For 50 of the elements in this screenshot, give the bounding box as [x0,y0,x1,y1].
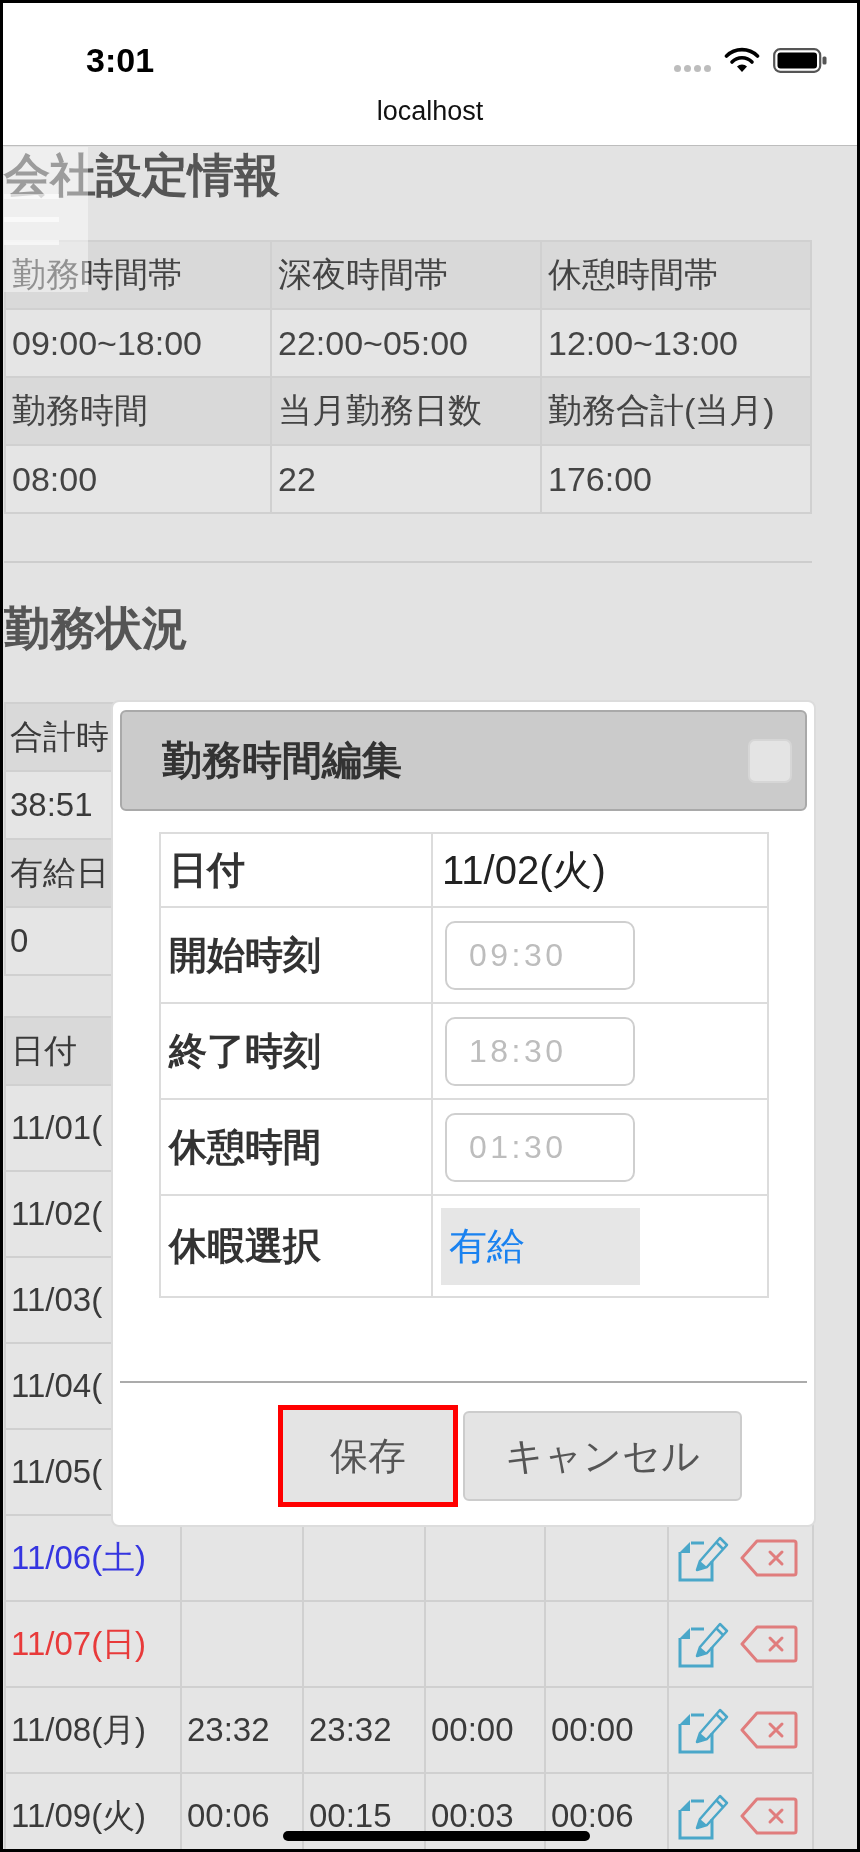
table-cell: 09:00~18:00 [6,310,270,376]
table-cell: 00:00 [426,1688,544,1772]
table-header: 休憩時間帯 [542,242,810,308]
table-cell: 176:00 [542,446,810,512]
date-cell: 11/07(日) [6,1602,180,1686]
delete-icon[interactable] [740,1797,798,1835]
field-label: 日付 [161,834,431,906]
table-cell: 23:32 [182,1688,302,1772]
signal-icon [674,64,711,72]
table-header: 当月勤務日数 [272,378,540,444]
table-cell: 22:00~05:00 [272,310,540,376]
time-input[interactable]: 18:30 [445,1016,635,1086]
table-header: 深夜時間帯 [272,242,540,308]
delete-icon[interactable] [740,1625,798,1663]
table-header: 勤務時間 [6,378,270,444]
edit-icon[interactable] [677,1706,729,1754]
save-button[interactable]: 保存 [278,1405,458,1507]
edit-icon[interactable] [677,1792,729,1840]
section-title: 勤務状況 [4,601,188,655]
leave-select[interactable]: 有給 [441,1207,640,1285]
page-title: 会社設定情報 [4,148,280,202]
date-cell: 11/08(月) [6,1688,180,1772]
time-input[interactable]: 01:30 [445,1112,635,1182]
battery-icon [773,47,827,73]
cancel-button[interactable]: キャンセル [463,1411,742,1501]
table-cell: 00:06 [546,1774,667,1849]
status-time: 3:01 [86,40,155,80]
time-input[interactable]: 09:30 [445,920,635,990]
delete-icon[interactable] [740,1711,798,1749]
table-header: 勤務合計(当月) [542,378,810,444]
wifi-icon [724,47,760,73]
table-cell: 22 [272,446,540,512]
url-text: localhost [376,95,484,127]
table-cell: 23:32 [304,1688,424,1772]
close-button[interactable] [748,738,792,783]
field-label: 休憩時間 [161,1100,431,1194]
field-label: 終了時刻 [161,1004,431,1098]
field-value: 11/02(火) [433,834,767,906]
table-cell: 00:06 [182,1774,302,1849]
table-cell: 12:00~13:00 [542,310,810,376]
field-label: 開始時刻 [161,908,431,1002]
table-cell: 00:00 [546,1688,667,1772]
edit-icon[interactable] [677,1620,729,1668]
edit-icon[interactable] [677,1534,729,1582]
delete-icon[interactable] [740,1539,798,1577]
date-cell: 11/09(火) [6,1774,180,1849]
table-cell: 08:00 [6,446,270,512]
date-cell: 11/06(土) [6,1516,180,1600]
field-label: 休暇選択 [161,1196,431,1296]
table-header: 勤務時間帯 [6,242,270,308]
